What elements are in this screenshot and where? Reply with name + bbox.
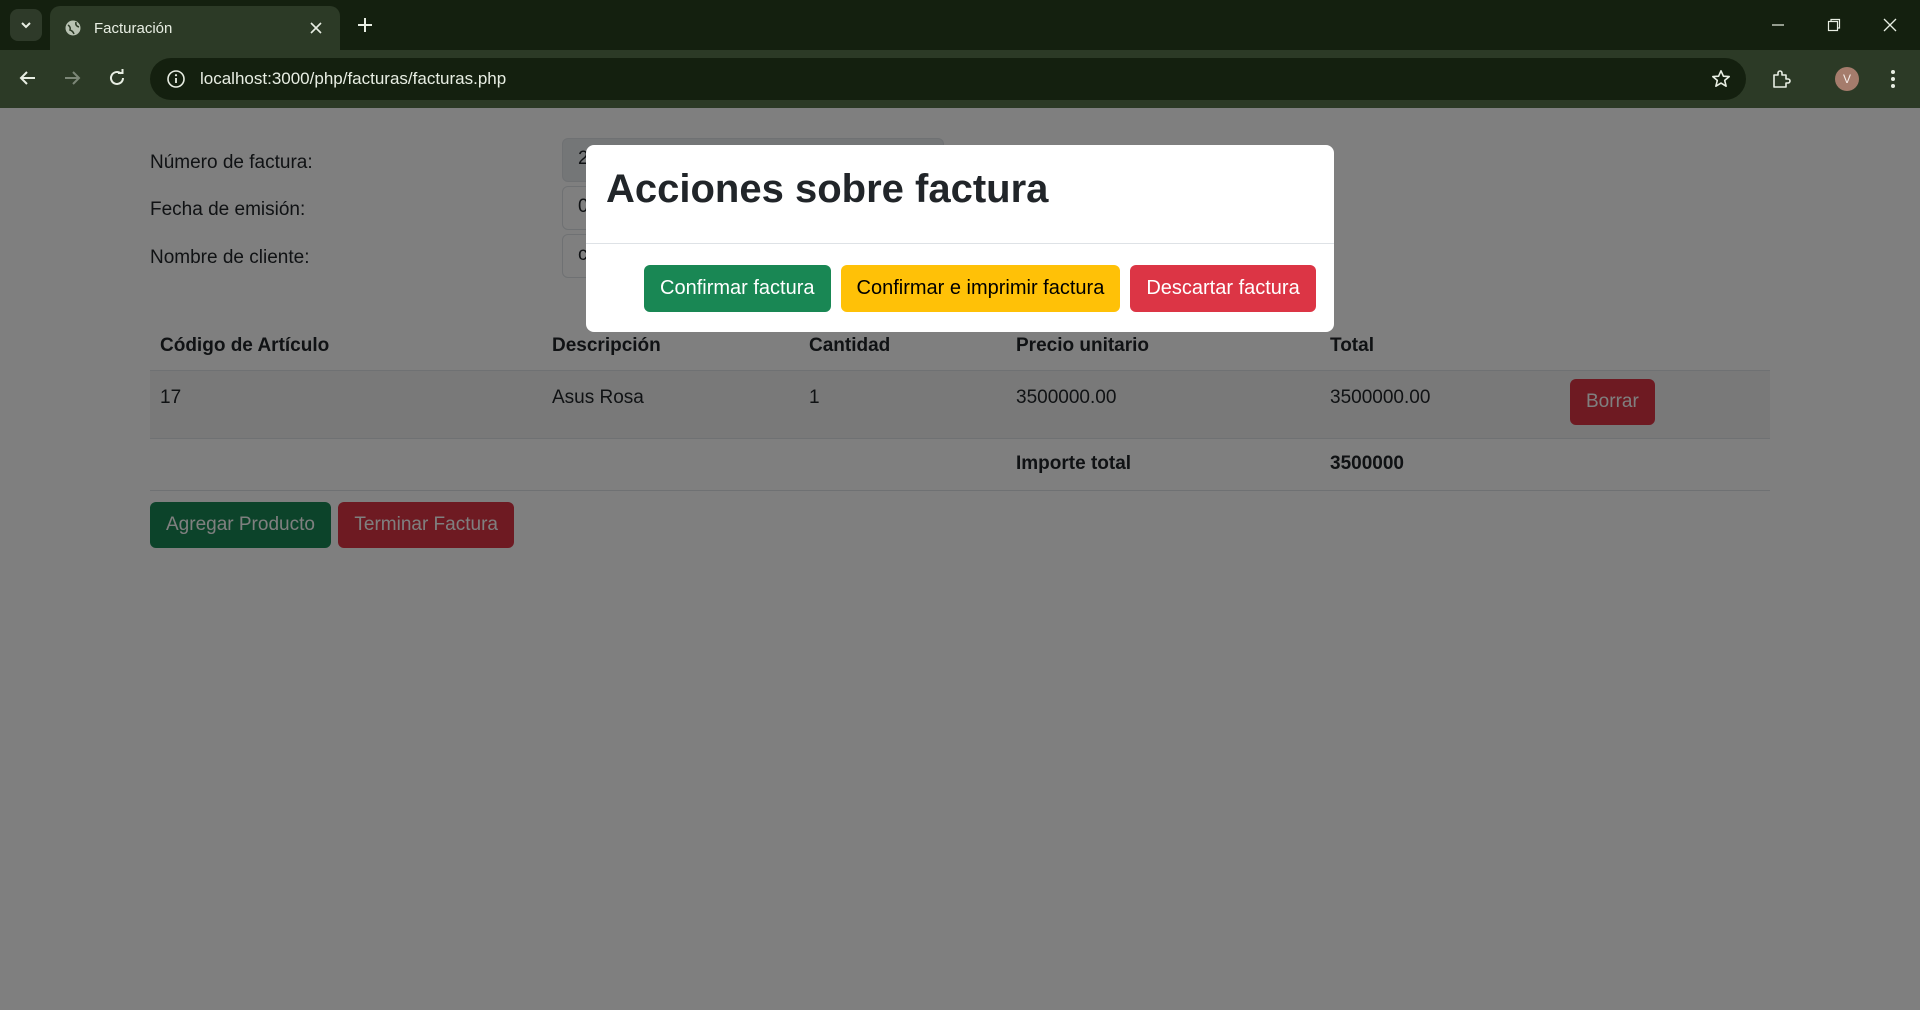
profile-button[interactable]: V xyxy=(1830,62,1864,96)
close-window-button[interactable] xyxy=(1870,10,1910,40)
chevron-down-icon xyxy=(21,22,31,29)
minimize-icon xyxy=(1772,24,1784,26)
tab-search-button[interactable] xyxy=(10,9,42,41)
globe-icon xyxy=(64,19,82,37)
close-icon xyxy=(1883,18,1897,32)
restore-button[interactable] xyxy=(1814,10,1854,40)
invoice-actions-modal: Acciones sobre factura Confirmar factura… xyxy=(586,145,1334,332)
modal-header: Acciones sobre factura xyxy=(586,145,1334,244)
modal-title: Acciones sobre factura xyxy=(606,167,1049,211)
reload-icon xyxy=(110,69,124,85)
discard-invoice-button[interactable]: Descartar factura xyxy=(1130,265,1316,312)
forward-button[interactable] xyxy=(56,62,88,94)
browser-tabstrip: Facturación xyxy=(0,0,1920,50)
confirm-print-invoice-button[interactable]: Confirmar e imprimir factura xyxy=(840,265,1121,312)
kebab-menu-icon[interactable] xyxy=(1876,62,1910,96)
restore-icon xyxy=(1827,18,1841,32)
bookmark-star-icon[interactable] xyxy=(1704,62,1738,96)
avatar: V xyxy=(1835,67,1859,91)
confirm-invoice-button[interactable]: Confirmar factura xyxy=(644,265,831,312)
browser-tab[interactable]: Facturación xyxy=(50,6,340,50)
back-button[interactable] xyxy=(12,62,44,94)
modal-body: Confirmar factura Confirmar e imprimir f… xyxy=(644,265,1316,312)
arrow-right-icon xyxy=(65,71,81,85)
url-text[interactable]: localhost:3000/php/facturas/facturas.php xyxy=(200,69,1704,89)
close-tab-icon[interactable] xyxy=(306,18,326,38)
tab-title: Facturación xyxy=(94,19,173,37)
reload-button[interactable] xyxy=(101,62,133,94)
site-info-icon[interactable] xyxy=(164,67,188,91)
extensions-puzzle-icon[interactable] xyxy=(1764,62,1798,96)
address-bar[interactable]: localhost:3000/php/facturas/facturas.php xyxy=(150,58,1746,100)
arrow-left-icon xyxy=(19,71,35,85)
browser-toolbar: localhost:3000/php/facturas/facturas.php… xyxy=(0,50,1920,108)
minimize-button[interactable] xyxy=(1758,10,1798,40)
new-tab-button[interactable] xyxy=(352,12,378,38)
plus-icon xyxy=(358,18,372,32)
